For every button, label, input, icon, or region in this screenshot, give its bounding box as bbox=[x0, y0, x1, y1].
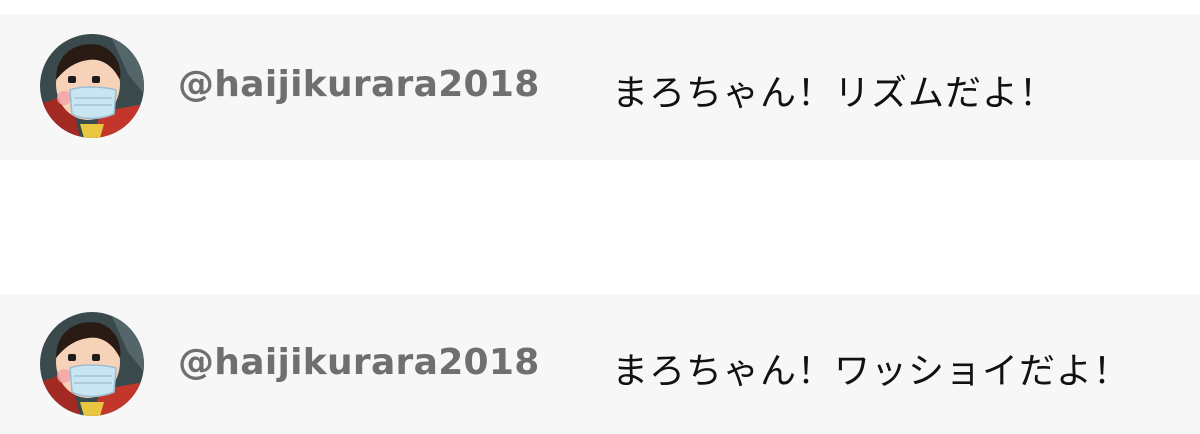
comment-text: まろちゃん！ワッショイだよ！ bbox=[612, 351, 1131, 392]
comment-text: まろちゃん！リズムだよ！ bbox=[612, 73, 1057, 114]
comment-item: @haijikurara2018 まろちゃん！リズムだよ！ bbox=[0, 14, 1200, 160]
anime-girl-mask-avatar-icon bbox=[40, 312, 144, 416]
comment-list: @haijikurara2018 まろちゃん！リズムだよ！ @haijikura bbox=[0, 0, 1200, 434]
divider bbox=[0, 160, 1200, 294]
anime-girl-mask-avatar-icon bbox=[40, 34, 144, 138]
avatar[interactable] bbox=[40, 312, 144, 416]
comment-username[interactable]: @haijikurara2018 bbox=[178, 64, 540, 105]
comment-username[interactable]: @haijikurara2018 bbox=[178, 342, 540, 383]
avatar[interactable] bbox=[40, 34, 144, 138]
comment-item: @haijikurara2018 まろちゃん！ワッショイだよ！ bbox=[0, 294, 1200, 434]
